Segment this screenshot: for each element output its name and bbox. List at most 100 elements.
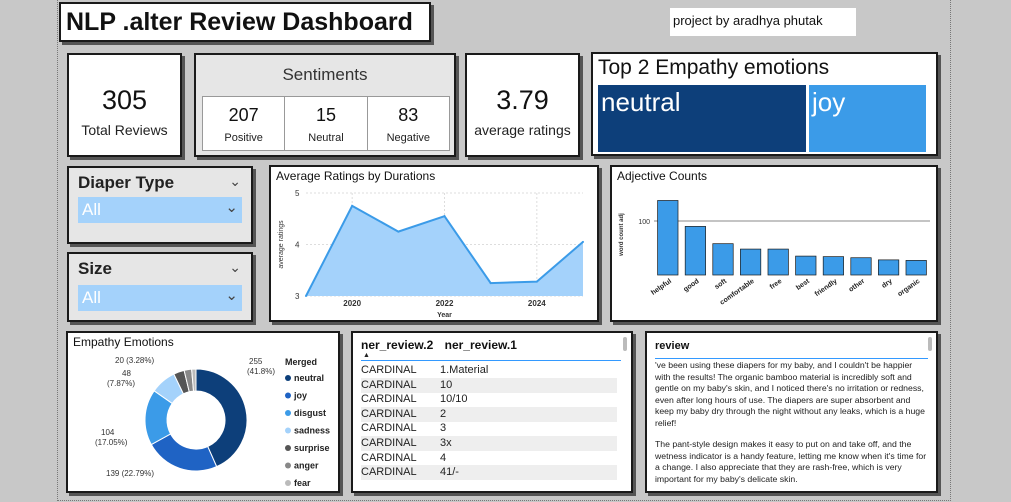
table-cell-entity: CARDINAL — [361, 407, 417, 420]
area-fill — [306, 205, 583, 296]
diaper-type-dropdown[interactable]: All ⌄ — [78, 197, 242, 223]
table-cell-value: 41/- — [440, 466, 459, 479]
x-tick-label: best — [795, 278, 811, 292]
size-dropdown[interactable]: All ⌄ — [78, 285, 242, 311]
empathy-donut-chart: 255(41.8%) 139 (22.79%) 104(17.05%) 48(7.87… — [95, 356, 330, 488]
bar — [767, 248, 789, 276]
col-header-ner1[interactable]: ner_review.1 — [445, 338, 517, 352]
legend-title: Merged — [285, 357, 317, 367]
adjective-chart-card: Adjective Counts 100 helpful good soft comfo… — [610, 165, 938, 322]
x-tick-label: 2020 — [343, 299, 361, 308]
table-header: ner_review.2 ner_review.1 — [361, 338, 517, 352]
chevron-down-icon[interactable]: ⌄ — [229, 173, 241, 190]
x-axis-label: Year — [437, 312, 452, 319]
sentiment-negative-label: Negative — [386, 132, 431, 144]
average-ratings-value: 3.79 — [496, 85, 549, 115]
sentiment-negative: 83 Negative — [368, 97, 449, 150]
x-tick-label: free — [769, 278, 784, 291]
x-tick-label: organic — [897, 278, 922, 298]
empathy-emotions-title: Empathy Emotions — [73, 335, 174, 349]
data-label-percent: (17.05%) — [95, 438, 128, 447]
top-empathy-title: Top 2 Empathy emotions — [598, 56, 830, 79]
bar — [657, 200, 679, 276]
bar — [684, 226, 706, 276]
size-label: Size — [78, 259, 113, 278]
legend-item: anger — [294, 461, 319, 471]
diaper-type-value: All — [82, 200, 101, 219]
x-tick-label: 2024 — [528, 299, 546, 308]
table-row[interactable]: CARDINAL 4 — [361, 451, 617, 466]
chevron-down-icon[interactable]: ⌄ — [229, 259, 241, 276]
credit-text: project by aradhya phutak — [673, 13, 823, 28]
x-tick-label: soft — [714, 278, 729, 291]
data-label-percent: (7.87%) — [107, 379, 135, 388]
data-point — [305, 295, 307, 297]
data-label-value: 48 — [122, 369, 131, 378]
data-label-value: 255 — [249, 357, 263, 366]
legend-marker — [285, 427, 291, 434]
dashboard-title-box: NLP .alter Review Dashboard — [59, 2, 431, 42]
size-slicer: Size ⌄ All ⌄ — [67, 252, 253, 322]
table-cell-entity: CARDINAL — [361, 437, 417, 449]
legend-item: surprise — [294, 443, 330, 453]
x-tick-label: good — [683, 278, 701, 294]
table-cell-value: 3x — [440, 437, 452, 449]
bar — [795, 255, 817, 276]
table-cell-value: 1.Material — [440, 364, 489, 376]
y-axis-label: word count adj — [619, 213, 625, 257]
y-tick-label: 4 — [295, 241, 300, 250]
data-point — [397, 230, 400, 233]
col-header-ner2[interactable]: ner_review.2 — [361, 338, 433, 352]
sort-asc-icon[interactable]: ▲ — [363, 352, 370, 359]
treemap-neutral[interactable]: neutral — [598, 85, 806, 152]
review-scrollbar[interactable] — [928, 337, 932, 351]
data-label: 139 (22.79%) — [106, 469, 154, 478]
legend-item: sadness — [294, 426, 330, 436]
table-cell-value: 2 — [440, 407, 447, 420]
total-reviews-label: Total Reviews — [81, 122, 168, 138]
x-tick-label: helpful — [650, 278, 673, 297]
table-cell-entity: CARDINAL — [361, 378, 417, 391]
average-ratings-label: average ratings — [474, 122, 571, 138]
dropdown-chevron-icon: ⌄ — [225, 199, 238, 216]
data-point — [535, 280, 538, 283]
data-point — [351, 204, 354, 207]
table-cell-entity: CARDINAL — [361, 393, 417, 406]
sentiments-title: Sentiments — [282, 65, 368, 84]
table-row[interactable]: CARDINAL 41/- — [361, 465, 617, 481]
table-cell-entity: CARDINAL — [361, 466, 417, 479]
review-header: review — [655, 340, 690, 352]
treemap-joy-label: joy — [812, 87, 846, 117]
table-row[interactable]: CARDINAL 3x — [361, 436, 617, 451]
sentiment-neutral: 15 Neutral — [285, 97, 368, 150]
table-row[interactable]: CARDINAL 3 — [361, 421, 617, 436]
table-row[interactable]: CARDINAL 10/10 — [361, 392, 617, 407]
legend-item: fear — [294, 478, 311, 488]
credit-box: project by aradhya phutak — [670, 8, 856, 36]
table-row[interactable]: CARDINAL 10 — [361, 377, 617, 393]
ratings-area-chart: 3 4 5 2020 2022 2024 Year average ratings — [278, 189, 584, 319]
review-card: review 've been using these diapers for … — [645, 331, 938, 493]
total-reviews-card: 305 Total Reviews — [67, 53, 182, 157]
top-empathy-card: Top 2 Empathy emotions neutral joy — [591, 52, 938, 156]
treemap-joy[interactable]: joy — [809, 85, 926, 152]
legend-marker — [285, 410, 291, 416]
review-paragraph-2: The pant-style design makes it easy to p… — [655, 439, 927, 484]
data-point — [443, 215, 446, 218]
table-row[interactable]: CARDINAL 2 — [361, 406, 617, 422]
sentiment-neutral-value: 15 — [315, 105, 336, 125]
table-scrollbar[interactable] — [623, 337, 627, 351]
dropdown-chevron-icon: ⌄ — [225, 287, 238, 304]
sentiment-neutral-label: Neutral — [308, 132, 344, 144]
legend-item: joy — [293, 391, 307, 401]
x-tick-label: other — [848, 278, 867, 294]
adjective-chart-title: Adjective Counts — [617, 169, 708, 183]
y-tick-label: 100 — [638, 219, 650, 226]
data-label-percent: (41.8%) — [247, 367, 275, 376]
sentiment-positive-label: Positive — [224, 132, 263, 144]
sentiment-positive: 207 Positive — [203, 97, 286, 150]
table-row[interactable]: CARDINAL 1.Material — [361, 363, 617, 378]
ratings-chart-title: Average Ratings by Durations — [276, 169, 436, 183]
data-point — [489, 282, 492, 285]
adjective-bar-chart: 100helpful good softcomfortable free best fri… — [619, 200, 930, 307]
